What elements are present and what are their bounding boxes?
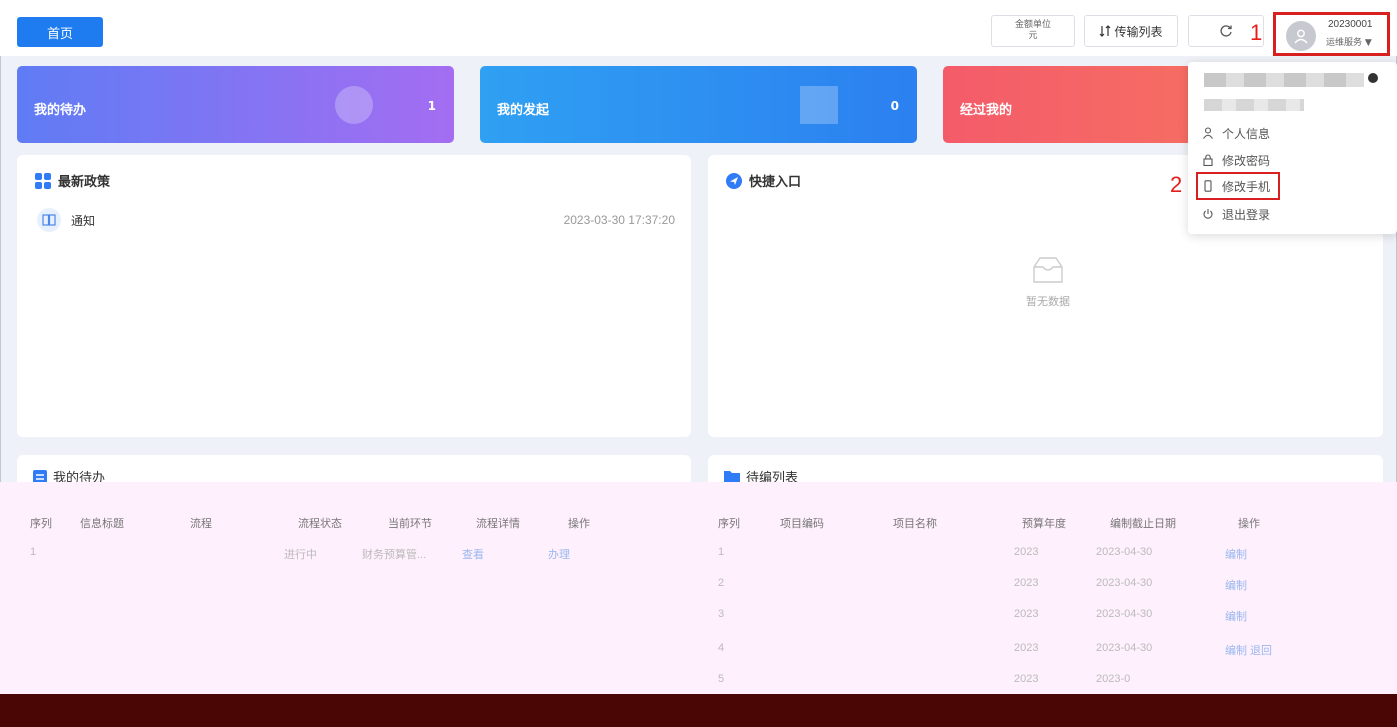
phone-icon xyxy=(1204,180,1212,192)
user-menu-trigger[interactable]: 20230001 运维服务 ▼ xyxy=(1273,12,1390,56)
cell-year: 2023 xyxy=(1014,642,1039,654)
redacted-username xyxy=(1204,73,1364,87)
stat-card-my-todo[interactable]: 我的待办 1 xyxy=(17,66,454,143)
redacted-info xyxy=(1204,99,1304,111)
book-icon xyxy=(37,208,61,232)
amount-unit-button[interactable]: 金额单位 元 xyxy=(991,15,1075,47)
stat-label: 经过我的 xyxy=(960,103,1013,118)
transfer-list-label: 传输列表 xyxy=(1114,24,1163,39)
empty-state: 暂无数据 xyxy=(1008,255,1088,309)
refresh-icon xyxy=(1220,25,1232,37)
cell-year: 2023 xyxy=(1014,608,1039,620)
transfer-arrows-icon xyxy=(1100,25,1111,37)
column-header: 流程详情 xyxy=(476,517,520,530)
cell-deadline: 2023-04-30 xyxy=(1096,608,1153,620)
stat-card-my-initiated[interactable]: 我的发起 0 xyxy=(480,66,917,143)
panel-title: 最新政策 xyxy=(35,171,110,190)
user-role-text: 运维服务 xyxy=(1326,38,1363,48)
menu-item-change-password[interactable]: 修改密码 xyxy=(1202,150,1270,170)
edit-link[interactable]: 编制 xyxy=(1225,577,1247,593)
column-header: 序列 xyxy=(718,517,740,530)
panel-title-text: 快捷入口 xyxy=(749,175,802,190)
cell-deadline: 2023-04-30 xyxy=(1096,546,1153,558)
edit-link[interactable]: 编制 退回 xyxy=(1225,642,1272,658)
menu-item-label: 个人信息 xyxy=(1222,126,1271,141)
column-header: 流程 xyxy=(190,517,212,530)
cell-deadline: 2023-04-30 xyxy=(1096,577,1153,589)
upload-icon xyxy=(800,86,838,124)
cell-seq: 3 xyxy=(718,608,725,620)
bottom-bar xyxy=(0,694,1397,727)
lock-icon xyxy=(1203,154,1213,166)
stat-label: 我的发起 xyxy=(497,103,550,118)
latest-policy-panel: 最新政策 通知 2023-03-30 17:37:20 xyxy=(17,155,691,437)
cell-seq: 4 xyxy=(718,642,725,654)
callout-number-2: 2 xyxy=(1170,172,1183,197)
verified-icon xyxy=(1368,73,1378,83)
cell-seq: 1 xyxy=(718,546,725,558)
home-tab[interactable]: 首页 xyxy=(17,17,103,47)
cell-seq: 5 xyxy=(718,673,725,685)
table-area xyxy=(0,482,1397,694)
menu-item-logout[interactable]: 退出登录 xyxy=(1202,204,1270,224)
policy-date: 2023-03-30 17:37:20 xyxy=(563,213,675,227)
grid-icon xyxy=(35,172,51,189)
stat-label: 我的待办 xyxy=(34,103,87,118)
person-icon xyxy=(1203,127,1213,139)
cell-status: 进行中 xyxy=(284,549,317,561)
menu-item-change-phone[interactable]: 修改手机 xyxy=(1202,176,1270,196)
edit-link[interactable]: 编制 xyxy=(1225,546,1247,562)
column-header: 项目名称 xyxy=(893,517,937,530)
callout-number-1: 1 xyxy=(1250,20,1263,45)
panel-title: 快捷入口 xyxy=(726,171,801,190)
cell-year: 2023 xyxy=(1014,673,1039,685)
policy-item[interactable]: 通知 2023-03-30 17:37:20 xyxy=(37,207,675,233)
cell-deadline: 2023-04-30 xyxy=(1096,642,1153,654)
cell-deadline: 2023-0 xyxy=(1096,673,1131,685)
user-id: 20230001 xyxy=(1328,19,1373,30)
empty-box-icon xyxy=(1033,257,1063,283)
user-avatar-icon xyxy=(1294,29,1308,44)
column-header: 当前环节 xyxy=(388,517,432,530)
send-icon xyxy=(726,172,742,189)
transfer-list-button[interactable]: 传输列表 xyxy=(1084,15,1178,47)
cell-year: 2023 xyxy=(1014,577,1039,589)
edit-link[interactable]: 编制 xyxy=(1225,608,1247,624)
stat-count: 1 xyxy=(427,99,436,113)
column-header: 操作 xyxy=(568,517,590,530)
amount-unit-label: 金额单位 xyxy=(1014,20,1051,30)
column-header: 操作 xyxy=(1238,517,1260,530)
column-header: 项目编码 xyxy=(780,517,824,530)
cell-step: 财务预算管... xyxy=(362,549,427,561)
view-link[interactable]: 查看 xyxy=(462,546,484,562)
user-role: 运维服务 ▼ xyxy=(1326,35,1372,48)
caret-down-icon: ▼ xyxy=(1364,38,1372,48)
cell-seq: 1 xyxy=(30,546,37,558)
menu-item-label: 修改手机 xyxy=(1222,179,1271,194)
handle-link[interactable]: 办理 xyxy=(548,546,570,562)
column-header: 信息标题 xyxy=(80,517,124,530)
policy-title: 通知 xyxy=(71,213,96,228)
power-icon xyxy=(1203,209,1213,219)
cell-seq: 2 xyxy=(718,577,725,589)
empty-text: 暂无数据 xyxy=(1026,295,1070,308)
clock-icon xyxy=(335,86,373,124)
menu-item-profile[interactable]: 个人信息 xyxy=(1202,123,1270,143)
menu-item-label: 退出登录 xyxy=(1222,207,1271,222)
column-header: 编制截止日期 xyxy=(1110,517,1176,530)
column-header: 流程状态 xyxy=(298,517,342,530)
stat-count: 0 xyxy=(890,99,899,113)
column-header: 序列 xyxy=(30,517,52,530)
panel-title-text: 最新政策 xyxy=(58,175,111,190)
avatar xyxy=(1286,21,1316,51)
column-header: 预算年度 xyxy=(1022,517,1066,530)
user-dropdown-menu: 个人信息 修改密码 修改手机 退出登录 xyxy=(1188,62,1397,234)
menu-item-label: 修改密码 xyxy=(1222,153,1271,168)
amount-unit-value: 元 xyxy=(1028,31,1038,41)
top-bar: 首页 金额单位 元 传输列表 xyxy=(0,0,1397,56)
cell-year: 2023 xyxy=(1014,546,1039,558)
